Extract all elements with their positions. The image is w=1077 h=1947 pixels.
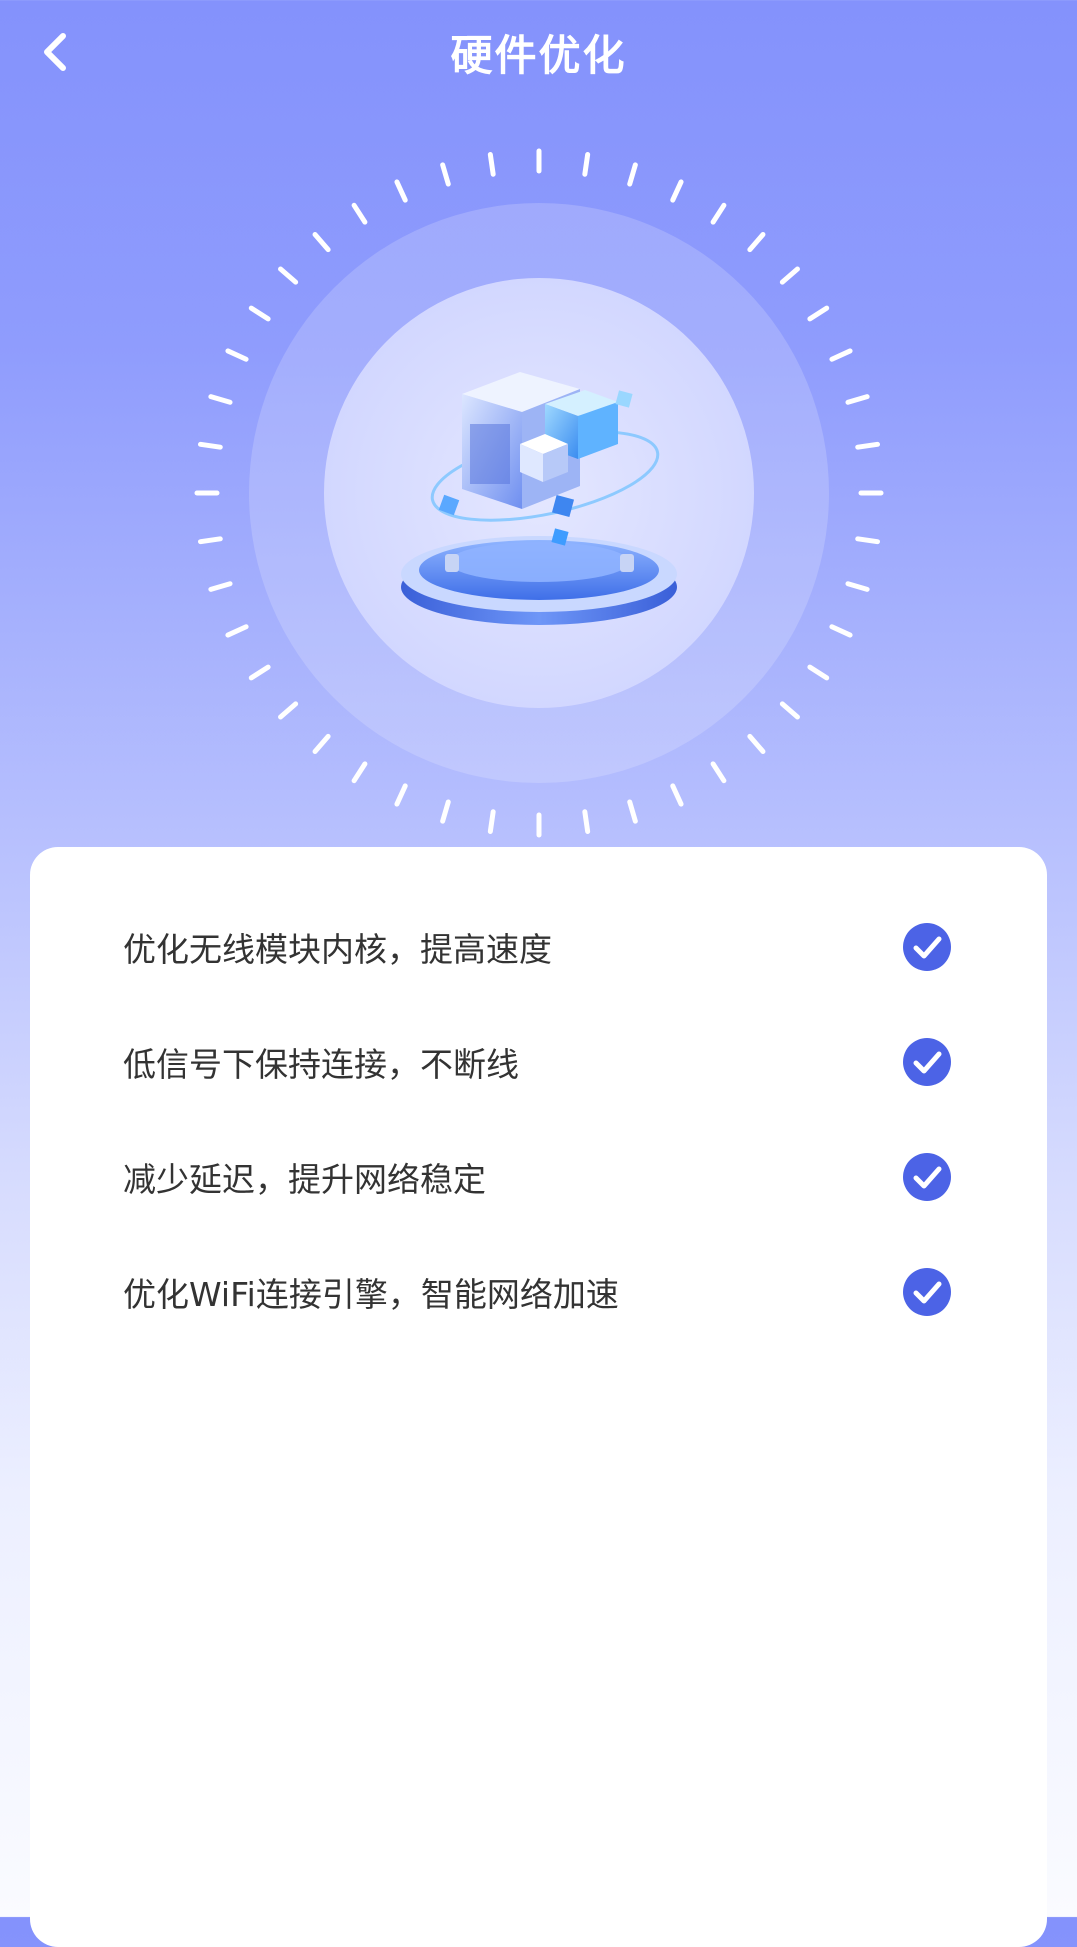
tick-mark xyxy=(208,394,233,405)
tick-mark xyxy=(197,441,223,450)
tick-mark xyxy=(197,536,223,545)
list-item: 优化无线模块内核，提高速度 xyxy=(30,889,1047,1004)
tick-mark xyxy=(710,202,727,225)
tick-mark xyxy=(312,733,331,754)
tick-mark xyxy=(855,441,881,450)
tick-mark xyxy=(670,783,684,807)
page-title: 硬件优化 xyxy=(450,31,627,80)
tick-mark xyxy=(779,266,800,285)
tick-mark xyxy=(807,664,830,681)
list-item: 减少延迟，提升网络稳定 xyxy=(30,1119,1047,1234)
tick-mark xyxy=(208,581,233,592)
tick-mark xyxy=(278,266,299,285)
tick-mark xyxy=(351,761,368,784)
tick-mark xyxy=(225,348,249,362)
tick-mark xyxy=(278,701,299,720)
feature-label: 优化WiFi连接引擎，智能网络加速 xyxy=(123,1274,619,1314)
tick-mark xyxy=(747,733,766,754)
tick-mark xyxy=(487,809,496,835)
list-item: 低信号下保持连接，不断线 xyxy=(30,1004,1047,1119)
tick-mark xyxy=(807,305,830,322)
feature-card: 优化无线模块内核，提高速度 低信号下保持连接，不断线 减少延迟，提升网络稳定 优… xyxy=(30,847,1047,1947)
tick-mark xyxy=(440,162,451,187)
tick-mark xyxy=(845,581,870,592)
tick-mark xyxy=(829,348,853,362)
tick-mark xyxy=(225,624,249,638)
tick-mark xyxy=(627,799,638,824)
tick-mark xyxy=(394,179,408,203)
list-item: 优化WiFi连接引擎，智能网络加速 xyxy=(30,1234,1047,1349)
tick-mark xyxy=(582,151,591,177)
tick-mark xyxy=(627,162,638,187)
tick-mark xyxy=(779,701,800,720)
tick-mark xyxy=(440,799,451,824)
check-circle-icon xyxy=(903,1152,951,1201)
tick-mark xyxy=(710,761,727,784)
check-circle-icon xyxy=(903,1037,951,1086)
tick-mark xyxy=(351,202,368,225)
tick-mark xyxy=(829,624,853,638)
tick-mark xyxy=(855,536,881,545)
feature-label: 优化无线模块内核，提高速度 xyxy=(123,929,552,969)
tick-mark xyxy=(582,809,591,835)
tick-mark xyxy=(487,151,496,177)
hero-section xyxy=(0,104,1077,844)
check-circle-icon xyxy=(903,1267,951,1316)
tick-mark xyxy=(670,179,684,203)
tick-mark xyxy=(394,783,408,807)
tick-mark xyxy=(747,232,766,253)
check-circle-icon xyxy=(903,922,951,971)
feature-label: 低信号下保持连接，不断线 xyxy=(123,1044,519,1084)
tick-mark xyxy=(312,232,331,253)
tick-mark xyxy=(845,394,870,405)
feature-label: 减少延迟，提升网络稳定 xyxy=(123,1159,486,1199)
header: 硬件优化 xyxy=(0,0,1077,104)
tick-mark xyxy=(248,664,271,681)
tick-mark xyxy=(248,305,271,322)
